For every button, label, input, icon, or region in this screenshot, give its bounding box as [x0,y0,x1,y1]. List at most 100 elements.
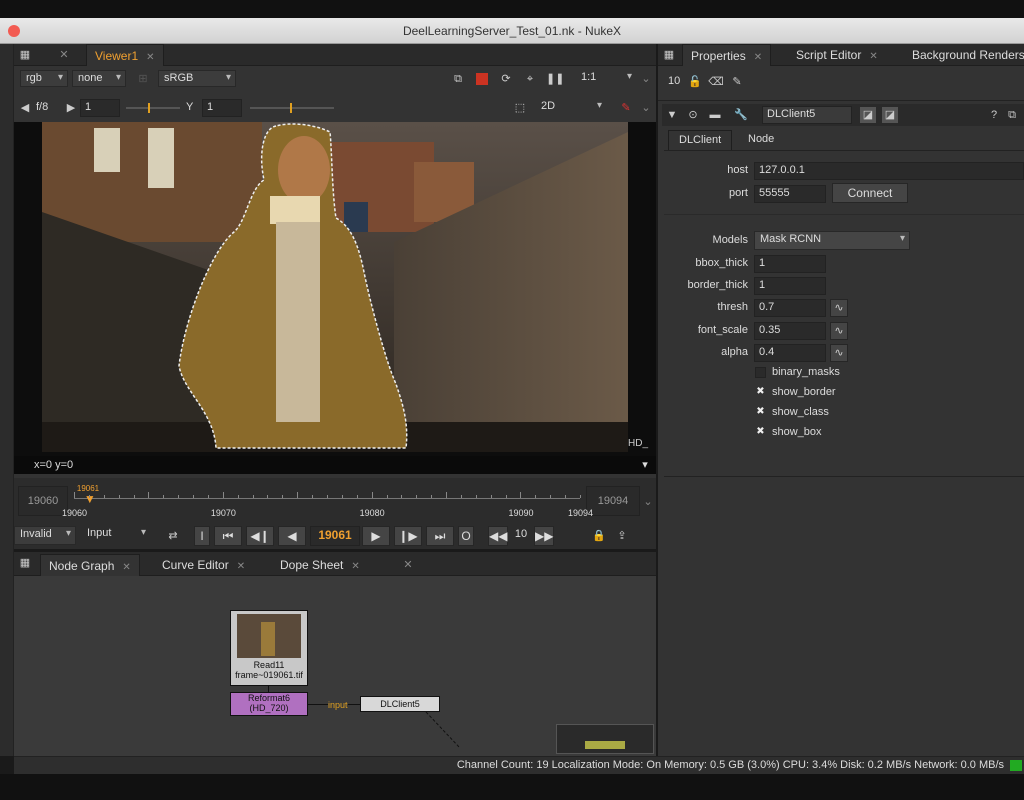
show-class-checkbox[interactable]: ✖ [755,407,766,418]
bbox-thick-field[interactable]: 1 [754,255,826,273]
alpha-dropdown[interactable]: none [72,70,126,87]
max-panels-field[interactable]: 10 [664,74,684,92]
port-field[interactable]: 55555 [754,185,826,203]
tab-viewer1[interactable]: Viewer1 ✕ [86,44,164,66]
dlclient-node[interactable]: DLClient5 [360,696,440,712]
step-forward-button[interactable]: ▶▶ [534,526,554,546]
current-frame-field[interactable]: 19061 [310,526,360,546]
play-backward-button[interactable]: ◀ [278,526,306,546]
colorspace-dropdown[interactable]: sRGB [158,70,236,87]
pause-icon[interactable]: ❚❚ [546,71,564,87]
prev-keyframe-button[interactable]: ◀❙ [246,526,274,546]
curve-icon[interactable]: ∿ [830,344,848,362]
curve-icon[interactable]: ∿ [830,299,848,317]
last-frame-button[interactable]: ⏭ [426,526,454,546]
viewer-canvas[interactable]: HD_ [14,122,656,456]
close-icon[interactable]: ✕ [351,561,359,572]
help-icon[interactable]: ? [988,107,1000,123]
play-forward-button[interactable]: ▶ [362,526,390,546]
roi-icon[interactable]: ⌖ [522,71,538,87]
panel-menu-icon[interactable]: ▦ [662,47,676,63]
wrench-icon[interactable]: 🔧 [734,107,748,123]
float-panel-icon[interactable]: ⧉ [1006,107,1018,123]
show-border-checkbox[interactable]: ✖ [755,387,766,398]
export-icon[interactable]: ⇪ [614,528,630,544]
expand-icon[interactable]: ⌄ [640,71,652,87]
node-name-field[interactable]: DLClient5 [762,106,852,124]
panel-menu-icon[interactable]: ▦ [18,47,32,63]
timeline-end-field[interactable]: 19094 [586,486,640,516]
zoom-dropdown[interactable]: 1:1 [576,70,636,87]
close-icon[interactable]: ✕ [869,51,877,62]
expand-icon[interactable]: ⌄ [642,494,654,510]
paint-icon[interactable]: ✎ [620,100,632,116]
slider-handle[interactable] [148,103,150,113]
bottom-tabbar: ▦ Node Graph ✕ Curve Editor ✕ Dope Sheet ✕ … [14,552,656,576]
binary-masks-checkbox[interactable] [755,367,766,378]
gamma-field[interactable]: 1 [202,99,242,117]
channels-dropdown[interactable]: rgb [20,70,68,87]
group-icon[interactable]: ▬ [708,107,722,123]
close-icon[interactable]: ✕ [237,561,245,572]
region-icon[interactable]: ⬚ [512,100,528,116]
host-field[interactable]: 127.0.0.1 [754,162,1024,180]
view-mode-dropdown[interactable]: 2D [536,99,606,116]
out-point-button[interactable]: O [458,526,474,546]
curve-icon[interactable]: ∿ [830,322,848,340]
close-icon[interactable]: ✕ [754,52,762,63]
slider-handle[interactable] [290,103,292,113]
color-swatch-icon[interactable]: ◪ [882,107,898,123]
loop-icon[interactable]: ⇄ [164,528,182,544]
close-icon[interactable]: ✕ [122,562,130,573]
read-node[interactable]: Read11 frame~019061.tif [230,610,308,686]
tab-background-renders[interactable]: Background Renders [904,44,1024,66]
lock-icon[interactable]: 🔒 [592,528,606,544]
step-field[interactable]: 10 [510,527,532,545]
models-dropdown[interactable]: Mask RCNN [754,231,910,250]
close-icon[interactable]: ✕ [146,52,154,63]
lock-icon[interactable]: ⊞ [136,71,150,87]
minimap[interactable] [556,724,654,754]
connect-button[interactable]: Connect [832,183,908,203]
tab-curve-editor[interactable]: Curve Editor ✕ [154,554,253,576]
close-icon[interactable]: ✕ [58,47,70,63]
stop-icon[interactable] [476,73,488,85]
expand-icon[interactable]: ⌄ [640,100,652,116]
panel-menu-icon[interactable]: ▦ [18,555,32,571]
tab-properties[interactable]: Properties ✕ [682,44,772,66]
clear-panels-icon[interactable]: ⌫ [708,74,724,90]
close-icon[interactable]: ✕ [402,557,414,573]
gamma-slider[interactable] [250,103,334,113]
collapse-icon[interactable]: ▼ [666,107,678,123]
chevron-down-icon[interactable]: ▾ [638,457,652,473]
first-frame-button[interactable]: ⏮ [214,526,242,546]
tab-script-editor[interactable]: Script Editor ✕ [788,44,886,66]
timeline-ruler[interactable]: 19061 ▼ 19060 19070 19080 19090 19094 [62,484,593,522]
gain-slider[interactable] [126,103,180,113]
alpha-field[interactable]: 0.4 [754,344,826,362]
subtab-node[interactable]: Node [738,130,784,150]
font-scale-field[interactable]: 0.35 [754,322,826,340]
gain-field[interactable]: 1 [80,99,120,117]
center-node-icon[interactable]: ⊙ [686,107,700,123]
next-keyframe-button[interactable]: ❙▶ [394,526,422,546]
tab-dope-sheet[interactable]: Dope Sheet ✕ [272,554,368,576]
show-box-checkbox[interactable]: ✖ [755,427,766,438]
edit-icon[interactable]: ✎ [730,74,744,90]
prev-fstop-icon[interactable]: ◀ [20,100,30,116]
tab-node-graph[interactable]: Node Graph ✕ [40,554,140,576]
border-thick-field[interactable]: 1 [754,277,826,295]
color-swatch-icon[interactable]: ◪ [860,107,876,123]
timeline-start-field[interactable]: 19060 [18,486,68,516]
refresh-icon[interactable]: ⟳ [498,71,514,87]
next-fstop-icon[interactable]: ▶ [66,100,76,116]
lock-icon[interactable]: 🔓 [688,74,702,90]
in-point-button[interactable]: I [194,526,210,546]
input-dropdown[interactable]: Input [82,526,150,545]
reformat-node[interactable]: Reformat6 (HD_720) [230,692,308,716]
overlay-icon[interactable]: ⧉ [450,71,466,87]
subtab-dlclient[interactable]: DLClient [668,130,733,150]
cache-mode-dropdown[interactable]: Invalid [14,526,76,545]
step-back-button[interactable]: ◀◀ [488,526,508,546]
thresh-field[interactable]: 0.7 [754,299,826,317]
